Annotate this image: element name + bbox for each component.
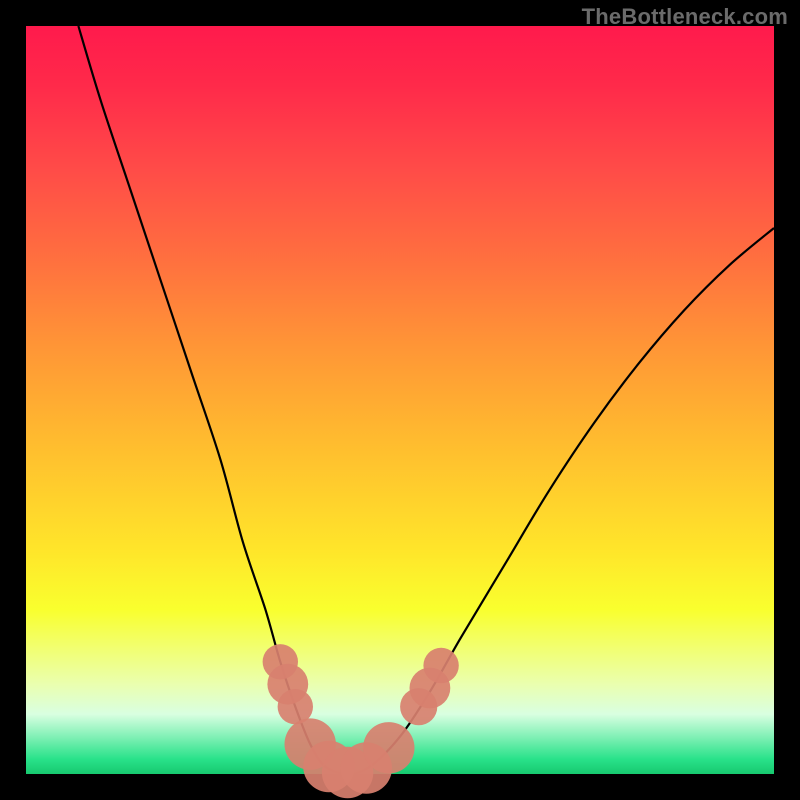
curve-layer bbox=[26, 26, 774, 774]
chart-frame: TheBottleneck.com bbox=[0, 0, 800, 800]
highlight-dots bbox=[263, 644, 459, 798]
highlight-dot bbox=[423, 648, 458, 683]
highlight-dot bbox=[363, 722, 414, 773]
plot-area bbox=[26, 26, 774, 774]
watermark-text: TheBottleneck.com bbox=[582, 4, 788, 30]
